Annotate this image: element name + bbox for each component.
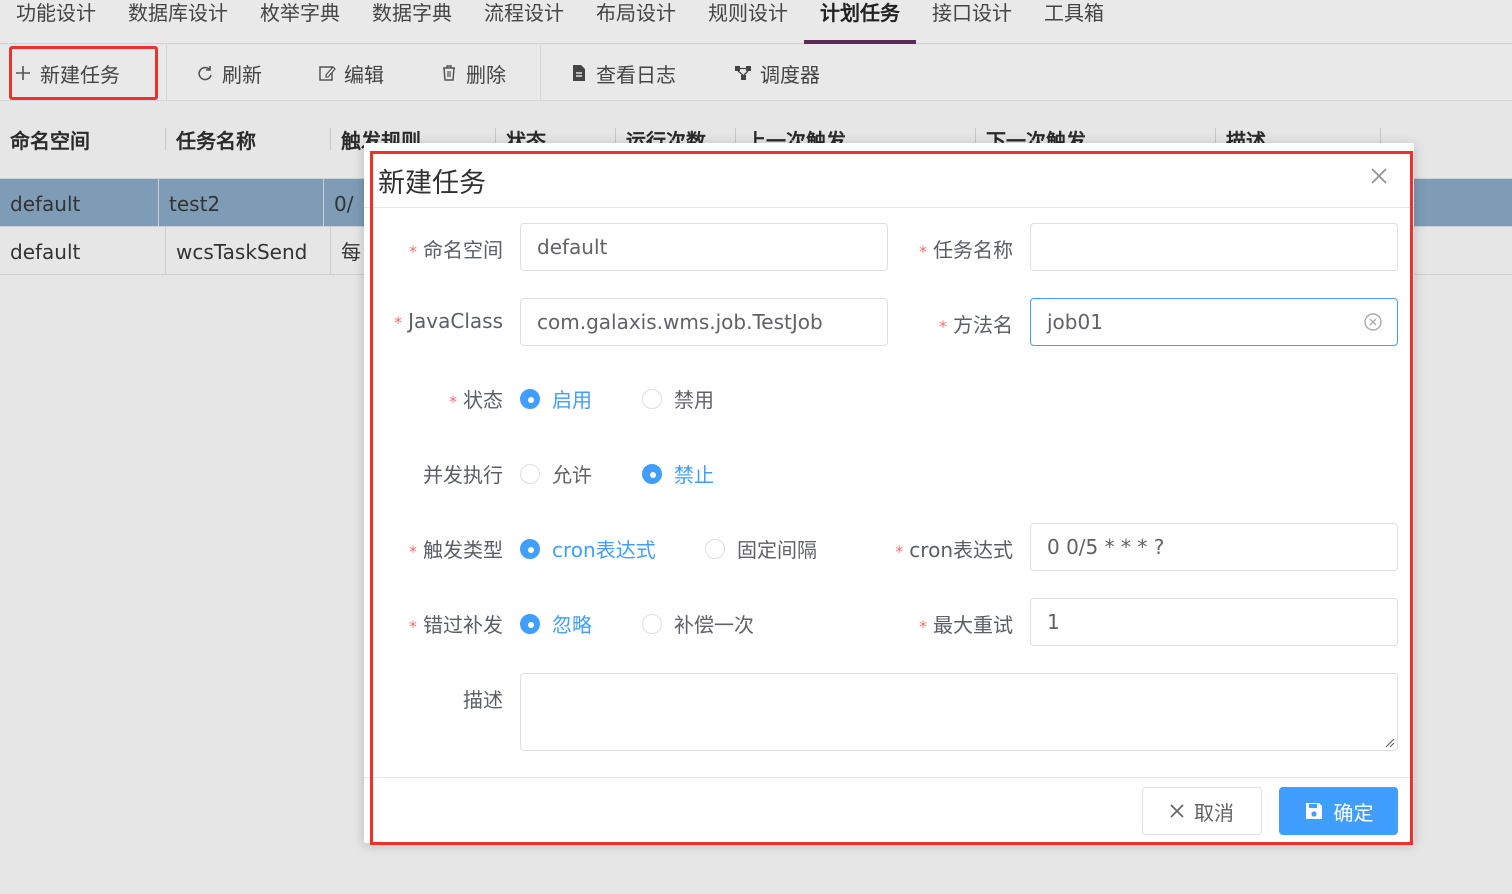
delete-button[interactable]: 删除 [440,45,506,101]
tab-scheduled-tasks[interactable]: 计划任务 [804,0,916,44]
scheduler-icon [735,66,751,80]
java-class-input[interactable]: com.galaxis.wms.job.TestJob [520,298,888,346]
toolbar: 新建任务 刷新 编辑 删除 查看日志 调度器 [0,45,1512,101]
cron-expression-label: * cron表达式 [895,538,1013,562]
refresh-label: 刷新 [222,62,262,87]
trigger-radio-fixed-interval[interactable]: 固定间隔 [705,534,817,563]
toolbar-divider [540,45,541,101]
status-radio-enabled[interactable]: 启用 [520,384,592,413]
close-icon [1170,804,1184,818]
tab-database-design[interactable]: 数据库设计 [112,0,244,44]
cancel-label: 取消 [1194,800,1234,825]
tab-enum-dictionary[interactable]: 枚举字典 [244,0,356,44]
radio-dot [520,463,540,484]
status-label: * 状态 [449,388,503,412]
save-icon [1305,803,1322,819]
task-name-input[interactable] [1030,223,1398,271]
namespace-input[interactable]: default [520,223,888,271]
radio-dot [520,388,540,409]
required-mark: * [919,617,927,636]
method-name-input[interactable]: job01 [1030,298,1398,346]
scheduler-label: 调度器 [760,62,820,87]
tab-rule-design[interactable]: 规则设计 [692,0,804,44]
tab-toolbox[interactable]: 工具箱 [1028,0,1120,44]
dialog-header-divider [364,207,1414,208]
radio-dot [642,388,662,409]
resize-handle-icon[interactable] [1383,736,1395,748]
required-mark: * [919,242,927,261]
max-retry-input[interactable]: 1 [1030,598,1398,646]
column-header-namespace[interactable]: 命名空间 [0,102,166,178]
method-name-value: job01 [1047,310,1103,334]
view-log-button[interactable]: 查看日志 [570,45,676,101]
required-mark: * [394,313,403,332]
max-retry-label: * 最大重试 [919,613,1013,637]
cell-namespace: default [0,179,159,226]
tab-interface-design[interactable]: 接口设计 [916,0,1028,44]
namespace-label: * 命名空间 [409,238,503,262]
radio-dot [642,463,662,484]
misfire-radio-compensate-once[interactable]: 补偿一次 [642,609,754,638]
trigger-type-label: * 触发类型 [409,538,503,562]
required-mark: * [895,542,904,561]
radio-dot [642,613,662,634]
edit-button[interactable]: 编辑 [318,45,384,101]
column-header-task-name[interactable]: 任务名称 [166,102,331,178]
tab-function-design[interactable]: 功能设计 [0,0,112,44]
cell-namespace: default [0,227,166,274]
cell-task-name: wcsTaskSend [166,227,331,274]
document-icon [573,65,585,81]
concurrent-radio-allow[interactable]: 允许 [520,459,592,488]
java-class-label: * JavaClass [394,309,503,333]
concurrent-label: 并发执行 [423,463,503,487]
top-nav: 功能设计 数据库设计 枚举字典 数据字典 流程设计 布局设计 规则设计 计划任务… [0,0,1512,44]
dialog-footer-divider [364,777,1414,778]
confirm-label: 确定 [1333,800,1374,825]
required-mark: * [409,617,417,636]
status-radio-disabled[interactable]: 禁用 [642,384,714,413]
misfire-radio-ignore[interactable]: 忽略 [520,609,592,638]
tab-data-dictionary[interactable]: 数据字典 [356,0,468,44]
delete-label: 删除 [466,62,506,87]
required-mark: * [409,542,417,561]
cancel-button[interactable]: 取消 [1142,787,1262,835]
concurrent-radio-forbid[interactable]: 禁止 [642,459,714,488]
task-name-label: * 任务名称 [919,238,1013,262]
clear-icon[interactable] [1363,312,1383,332]
misfire-label: * 错过补发 [409,613,503,637]
dialog-title: 新建任务 [378,168,486,199]
trigger-radio-cron[interactable]: cron表达式 [520,534,656,563]
radio-dot [520,613,540,634]
close-button[interactable] [1366,163,1392,189]
description-textarea[interactable] [520,673,1398,751]
trash-icon [443,65,455,81]
confirm-button[interactable]: 确定 [1279,787,1398,835]
toolbar-divider [166,45,167,101]
tab-layout-design[interactable]: 布局设计 [580,0,692,44]
edit-label: 编辑 [344,62,384,87]
cron-expression-input[interactable]: 0 0/5 * * * ? [1030,523,1398,571]
required-mark: * [939,317,947,336]
required-mark: * [409,242,417,261]
required-mark: * [449,392,457,411]
close-icon [1371,168,1387,184]
view-log-label: 查看日志 [596,62,676,87]
scheduler-button[interactable]: 调度器 [734,45,820,101]
edit-icon [319,66,336,81]
refresh-icon [198,66,212,81]
new-task-dialog: 新建任务 * 命名空间 default * 任务名称 * JavaClass com.… [364,143,1414,843]
tab-flow-design[interactable]: 流程设计 [468,0,580,44]
radio-dot [705,538,725,559]
new-task-highlight [9,46,158,100]
method-name-label: * 方法名 [939,313,1013,337]
radio-dot [520,538,540,559]
refresh-button[interactable]: 刷新 [196,45,262,101]
cell-task-name: test2 [159,179,324,226]
description-label: 描述 [463,688,503,712]
